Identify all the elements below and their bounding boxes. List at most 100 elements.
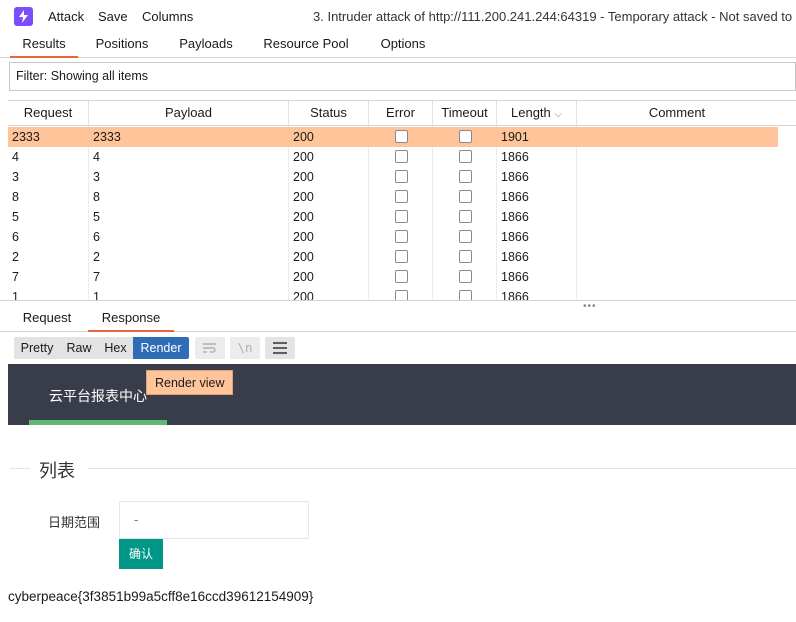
menu-columns[interactable]: Columns: [142, 9, 193, 24]
cell-request: 8: [12, 190, 19, 204]
column-header-comment[interactable]: Comment: [577, 101, 777, 126]
cell-length: 1866: [501, 170, 529, 184]
cell-comment: [577, 147, 777, 167]
cell-payload: 6: [93, 230, 100, 244]
timeout-checkbox: [459, 150, 472, 163]
cell-status: 200: [293, 270, 314, 284]
window-title: 3. Intruder attack of http://111.200.241…: [313, 9, 793, 24]
cell-length: 1866: [501, 250, 529, 264]
cell-comment: [577, 207, 777, 227]
render-view-tooltip: Render view: [146, 370, 234, 395]
rendered-response: 云平台报表中心 列表 日期范围 - 确认 cyberpeace{3f3851b9…: [8, 364, 796, 622]
tab-results[interactable]: Results: [10, 32, 78, 58]
menu-attack[interactable]: Attack: [48, 9, 84, 24]
column-header-error[interactable]: Error: [369, 101, 433, 126]
tab-options[interactable]: Options: [368, 32, 438, 58]
fieldset-line-right: [88, 468, 796, 469]
cell-comment: [577, 287, 777, 300]
tab-payloads[interactable]: Payloads: [168, 32, 244, 58]
rendered-nav-underline: [29, 420, 167, 425]
cell-status: 200: [293, 190, 314, 204]
cell-request: 2333: [12, 130, 40, 144]
fieldset-line-left: [10, 468, 30, 469]
column-header-length[interactable]: Length ⌵: [497, 101, 577, 126]
rendered-flag-text: cyberpeace{3f3851b99a5cff8e16ccd39612154…: [8, 589, 314, 604]
sort-descending-icon: ⌵: [554, 109, 562, 120]
cell-length: 1866: [501, 190, 529, 204]
column-header-timeout[interactable]: Timeout: [433, 101, 497, 126]
timeout-checkbox: [459, 250, 472, 263]
error-checkbox: [395, 190, 408, 203]
cell-request: 4: [12, 150, 19, 164]
cell-payload: 8: [93, 190, 100, 204]
cell-request: 6: [12, 230, 19, 244]
cell-comment: [577, 267, 777, 287]
cell-payload: 5: [93, 210, 100, 224]
table-row[interactable]: 2 2 200 1866: [8, 247, 778, 267]
tab-positions[interactable]: Positions: [84, 32, 160, 58]
tab-resource-pool[interactable]: Resource Pool: [254, 32, 358, 58]
cell-payload: 4: [93, 150, 100, 164]
timeout-checkbox: [459, 230, 472, 243]
cell-request: 2: [12, 250, 19, 264]
results-table: Request Payload Status Error Timeout Len…: [8, 100, 796, 300]
cell-length: 1866: [501, 290, 529, 300]
column-header-status[interactable]: Status: [289, 101, 369, 126]
error-checkbox: [395, 270, 408, 283]
hamburger-menu-icon[interactable]: [265, 337, 295, 359]
cell-comment: [577, 167, 777, 187]
timeout-checkbox: [459, 190, 472, 203]
rendered-brand-title[interactable]: 云平台报表中心: [49, 386, 147, 406]
rendered-date-range-label: 日期范围: [48, 516, 101, 531]
cell-status: 200: [293, 150, 314, 164]
cell-length: 1866: [501, 210, 529, 224]
cell-request: 3: [12, 170, 19, 184]
rendered-date-range-input[interactable]: -: [119, 501, 309, 539]
cell-length: 1866: [501, 230, 529, 244]
cell-request: 1: [12, 290, 19, 300]
table-row[interactable]: 8 8 200 1866: [8, 187, 778, 207]
cell-payload: 7: [93, 270, 100, 284]
burp-lightning-icon: [14, 7, 33, 26]
cell-payload: 2333: [93, 130, 121, 144]
view-render-button[interactable]: Render: [133, 337, 189, 359]
cell-length: 1901: [501, 130, 529, 144]
filter-bar[interactable]: Filter: Showing all items: [9, 62, 796, 91]
timeout-checkbox: [459, 130, 472, 143]
rendered-page-header: 云平台报表中心: [8, 364, 796, 425]
table-row[interactable]: 4 4 200 1866: [8, 147, 778, 167]
error-checkbox: [395, 150, 408, 163]
word-wrap-icon[interactable]: [195, 337, 225, 359]
cell-payload: 3: [93, 170, 100, 184]
rendered-confirm-button[interactable]: 确认: [119, 539, 163, 569]
main-tabs: Results Positions Payloads Resource Pool…: [0, 32, 796, 58]
error-checkbox: [395, 230, 408, 243]
column-header-payload[interactable]: Payload: [89, 101, 289, 126]
response-view-toolbar: Pretty Raw Hex Render \n: [0, 333, 796, 364]
error-checkbox: [395, 130, 408, 143]
view-raw-button[interactable]: Raw: [60, 337, 98, 359]
cell-comment: [577, 227, 777, 247]
error-checkbox: [395, 250, 408, 263]
menu-bar: Attack Save Columns 3. Intruder attack o…: [0, 0, 796, 32]
pane-splitter[interactable]: •••: [0, 300, 796, 312]
table-row[interactable]: 1 1 200 1866: [8, 287, 778, 300]
timeout-checkbox: [459, 290, 472, 300]
view-pretty-button[interactable]: Pretty: [14, 337, 60, 359]
message-tabs: Request Response: [0, 306, 796, 332]
cell-status: 200: [293, 170, 314, 184]
newline-icon[interactable]: \n: [230, 337, 260, 359]
column-header-request[interactable]: Request: [8, 101, 89, 126]
tab-request[interactable]: Request: [14, 306, 80, 332]
view-hex-button[interactable]: Hex: [98, 337, 133, 359]
menu-save[interactable]: Save: [98, 9, 128, 24]
table-row[interactable]: 7 7 200 1866: [8, 267, 778, 287]
tab-response[interactable]: Response: [88, 306, 174, 332]
table-row[interactable]: 3 3 200 1866: [8, 167, 778, 187]
table-row[interactable]: 6 6 200 1866: [8, 227, 778, 247]
table-row[interactable]: 5 5 200 1866: [8, 207, 778, 227]
rendered-fieldset-legend: 列表: [39, 461, 75, 482]
table-row[interactable]: 2333 2333 200 1901: [8, 127, 778, 147]
timeout-checkbox: [459, 270, 472, 283]
cell-request: 7: [12, 270, 19, 284]
